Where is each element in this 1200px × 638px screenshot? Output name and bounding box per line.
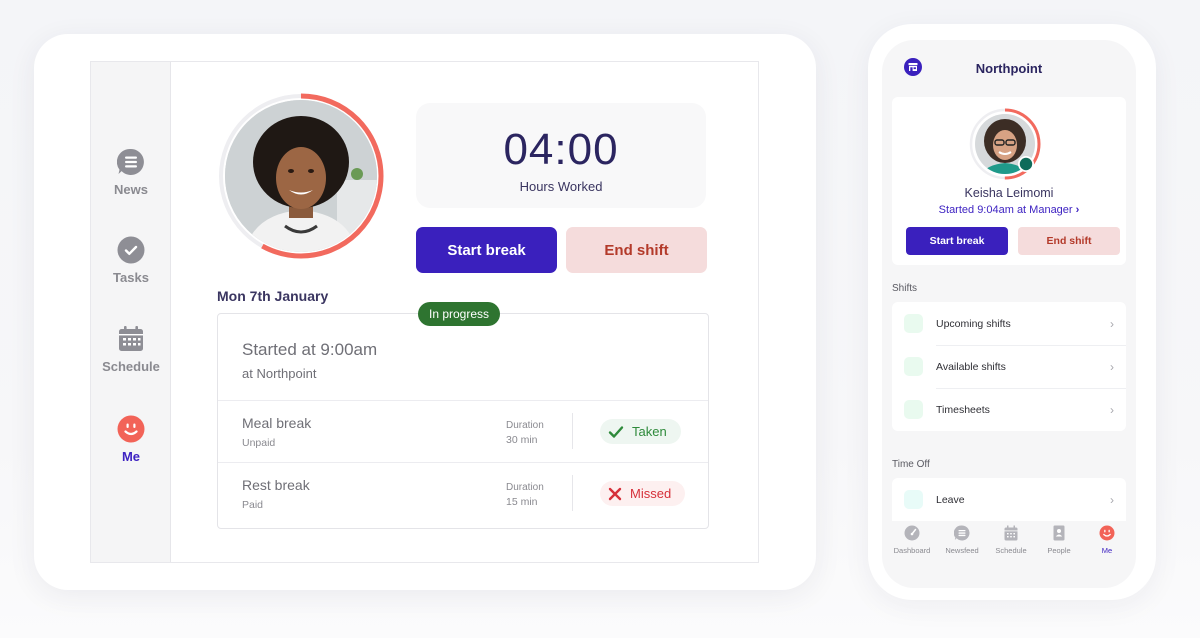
break-status-taken: Taken	[600, 419, 681, 444]
break-name: Rest break	[242, 477, 310, 493]
chevron-right-icon: ›	[1075, 204, 1080, 216]
break-row: Meal break Unpaid Duration 30 min Taken	[218, 400, 708, 462]
sidebar-item-news[interactable]: News	[91, 148, 171, 197]
list-item-leave[interactable]: Leave ›	[892, 478, 1126, 521]
hours-worked-label: Hours Worked	[519, 179, 603, 194]
contact-book-icon	[1053, 525, 1065, 541]
avatar-photo	[225, 100, 377, 252]
duration-label: Duration	[506, 482, 544, 493]
tab-dashboard[interactable]: Dashboard	[887, 525, 937, 555]
tablet-device: News Tasks Schedule Me 04:00 Hours Worke…	[34, 34, 816, 590]
tab-label: Me	[1101, 546, 1113, 555]
profile-avatar	[968, 107, 1042, 181]
section-label-shifts: Shifts	[892, 283, 918, 294]
break-status-label: Taken	[632, 424, 667, 439]
start-break-button[interactable]: Start break	[906, 227, 1008, 255]
duration-value: 30 min	[506, 434, 538, 446]
shift-started-text: Started 9:04am at Manager	[938, 204, 1073, 216]
bottom-tab-bar: Dashboard Newsfeed Schedule People Me	[882, 525, 1136, 575]
tab-label: People	[1047, 546, 1071, 555]
tab-label: Newsfeed	[945, 546, 979, 555]
start-break-button[interactable]: Start break	[416, 227, 557, 273]
end-shift-button[interactable]: End shift	[1018, 227, 1120, 255]
divider	[572, 413, 573, 449]
divider	[572, 475, 573, 511]
calendar-icon	[1004, 525, 1018, 541]
sidebar-item-label: Schedule	[102, 359, 160, 374]
list-item-upcoming-shifts[interactable]: Upcoming shifts ›	[892, 302, 1126, 345]
phone-device: Northpoint Keisha Leimomi Started 9:04am…	[868, 24, 1156, 600]
shifts-list: Upcoming shifts › Available shifts › Tim…	[892, 302, 1126, 431]
tablet-screen: News Tasks Schedule Me 04:00 Hours Worke…	[90, 61, 759, 563]
break-pay-type: Paid	[242, 499, 264, 511]
shift-location: at Northpoint	[242, 366, 317, 381]
list-item-label: Upcoming shifts	[936, 317, 1011, 330]
dashboard-gauge-icon	[904, 525, 920, 541]
chevron-right-icon: ›	[1110, 492, 1114, 507]
profile-avatar	[217, 92, 385, 260]
phone-screen: Northpoint Keisha Leimomi Started 9:04am…	[882, 40, 1136, 588]
calendar-icon	[119, 326, 143, 351]
time-off-list: Leave ›	[892, 478, 1126, 521]
employee-name: Keisha Leimomi	[964, 186, 1054, 200]
shift-started-link[interactable]: Started 9:04am at Manager ›	[892, 204, 1126, 216]
profile-card: Keisha Leimomi Started 9:04am at Manager…	[892, 97, 1126, 265]
tab-label: Schedule	[995, 546, 1027, 555]
tab-schedule[interactable]: Schedule	[986, 525, 1036, 555]
tab-newsfeed[interactable]: Newsfeed	[937, 525, 987, 555]
break-status-label: Missed	[630, 486, 672, 501]
list-item-label: Leave	[936, 493, 965, 506]
break-status-missed: Missed	[600, 481, 686, 506]
hours-worked-value: 04:00	[503, 125, 619, 174]
shift-start-time: Started at 9:00am	[242, 340, 378, 359]
online-status-dot	[1019, 157, 1033, 171]
status-badge: In progress	[418, 302, 501, 326]
end-shift-button[interactable]: End shift	[566, 227, 707, 273]
location-title: Northpoint	[975, 61, 1043, 76]
tab-people[interactable]: People	[1034, 525, 1084, 555]
chevron-right-icon: ›	[1110, 359, 1114, 374]
check-icon	[608, 425, 624, 438]
list-item-timesheets[interactable]: Timesheets ›	[892, 388, 1126, 431]
break-name: Meal break	[242, 415, 312, 431]
list-item-icon	[904, 400, 923, 419]
tab-label: Dashboard	[893, 546, 931, 555]
list-item-icon	[904, 314, 923, 333]
break-row: Rest break Paid Duration 15 min Missed	[218, 462, 708, 524]
list-item-icon	[904, 490, 923, 509]
sidebar-item-label: Me	[121, 449, 141, 464]
section-label-time-off: Time Off	[892, 459, 930, 470]
check-circle-icon	[117, 236, 145, 264]
x-icon	[608, 487, 622, 500]
sidebar-item-label: Tasks	[113, 270, 149, 285]
news-chat-icon	[954, 525, 970, 541]
chevron-right-icon: ›	[1110, 316, 1114, 331]
smiley-icon	[117, 415, 145, 443]
duration-value: 15 min	[506, 496, 538, 508]
sidebar-item-schedule[interactable]: Schedule	[91, 325, 171, 374]
tab-me[interactable]: Me	[1082, 525, 1132, 555]
date-heading: Mon 7th January	[217, 288, 329, 304]
list-item-label: Timesheets	[936, 403, 990, 416]
chevron-right-icon: ›	[1110, 402, 1114, 417]
hours-worked-card: 04:00 Hours Worked	[416, 103, 706, 208]
smiley-icon	[1099, 525, 1115, 541]
sidebar-item-me[interactable]: Me	[91, 415, 171, 464]
list-item-icon	[904, 357, 923, 376]
sidebar-item-tasks[interactable]: Tasks	[91, 236, 171, 285]
list-item-available-shifts[interactable]: Available shifts ›	[892, 345, 1126, 388]
list-item-label: Available shifts	[936, 360, 1006, 373]
news-chat-icon	[117, 148, 144, 175]
duration-label: Duration	[506, 420, 544, 431]
shift-card: In progress Started at 9:00am at Northpo…	[217, 302, 709, 529]
sidebar-item-label: News	[114, 182, 148, 197]
sidebar: News Tasks Schedule Me	[91, 62, 171, 562]
break-pay-type: Unpaid	[242, 437, 276, 449]
